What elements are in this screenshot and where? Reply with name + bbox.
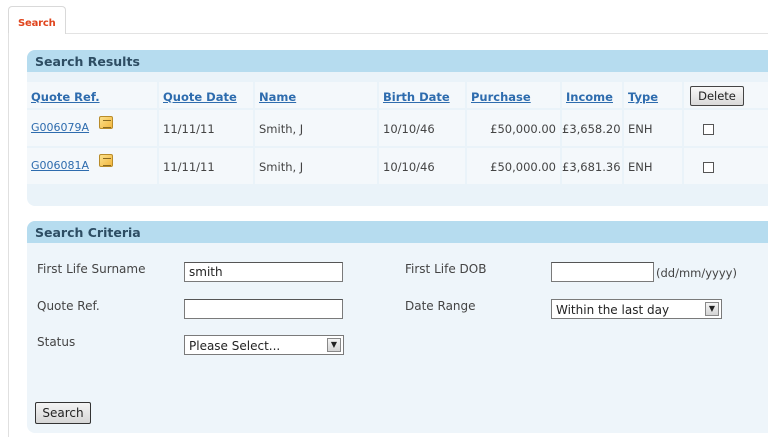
status-label: Status [37, 335, 76, 349]
quote-ref-label: Quote Ref. [37, 299, 100, 313]
dob-format-hint: (dd/mm/yyyy) [656, 266, 737, 280]
surname-input[interactable] [184, 262, 343, 282]
birth-date-cell: 10/10/46 [379, 148, 465, 184]
status-select[interactable]: Please Select... ▼ [184, 335, 344, 355]
type-cell: ENH [624, 110, 682, 146]
column-header-quote-date[interactable]: Quote Date [163, 90, 237, 104]
dob-label: First Life DOB [405, 262, 487, 276]
quote-date-cell: 11/11/11 [159, 148, 253, 184]
name-cell: Smith, J [255, 148, 377, 184]
column-header-type[interactable]: Type [628, 90, 658, 104]
results-header-row: Quote Ref. Quote Date Name Birth Date Pu… [27, 82, 768, 108]
search-results-title: Search Results [27, 50, 768, 72]
note-icon[interactable] [99, 116, 114, 129]
table-row: G006081A 11/11/11 Smith, J 10/10/46 £50,… [27, 148, 768, 184]
income-cell: £3,658.20 [562, 110, 622, 146]
purchase-cell: £50,000.00 [467, 110, 560, 146]
column-header-birth-date[interactable]: Birth Date [383, 90, 450, 104]
birth-date-cell: 10/10/46 [379, 110, 465, 146]
search-button[interactable]: Search [35, 402, 91, 424]
search-results-panel: Search Results Quote Ref. Quote Date Nam… [27, 50, 768, 206]
tab-divider [66, 33, 768, 34]
status-selected-value: Please Select... [189, 339, 281, 353]
date-range-selected-value: Within the last day [556, 303, 670, 317]
column-header-name[interactable]: Name [259, 90, 296, 104]
dropdown-arrow-icon[interactable]: ▼ [705, 302, 719, 316]
quote-date-cell: 11/11/11 [159, 110, 253, 146]
column-header-income[interactable]: Income [566, 90, 613, 104]
surname-label: First Life Surname [37, 262, 146, 276]
name-cell: Smith, J [255, 110, 377, 146]
delete-button[interactable]: Delete [690, 86, 744, 106]
date-range-select[interactable]: Within the last day ▼ [551, 299, 722, 319]
content-frame-border [8, 33, 9, 437]
dob-input[interactable] [551, 262, 654, 282]
column-header-quote-ref[interactable]: Quote Ref. [31, 90, 100, 104]
table-row: G006079A 11/11/11 Smith, J 10/10/46 £50,… [27, 110, 768, 146]
search-criteria-panel: Search Criteria First Life Surname Quote… [27, 221, 768, 433]
quote-ref-link[interactable]: G006079A [31, 121, 89, 134]
quote-ref-input[interactable] [184, 299, 343, 319]
tab-search[interactable]: Search [8, 6, 66, 34]
income-cell: £3,681.36 [562, 148, 622, 184]
select-checkbox[interactable] [703, 162, 714, 173]
search-criteria-title: Search Criteria [27, 221, 768, 243]
dropdown-arrow-icon[interactable]: ▼ [327, 338, 341, 352]
date-range-label: Date Range [405, 299, 476, 313]
select-checkbox[interactable] [703, 124, 714, 135]
purchase-cell: £50,000.00 [467, 148, 560, 184]
type-cell: ENH [624, 148, 682, 184]
note-icon[interactable] [99, 154, 114, 167]
quote-ref-link[interactable]: G006081A [31, 159, 89, 172]
column-header-purchase[interactable]: Purchase [471, 90, 531, 104]
